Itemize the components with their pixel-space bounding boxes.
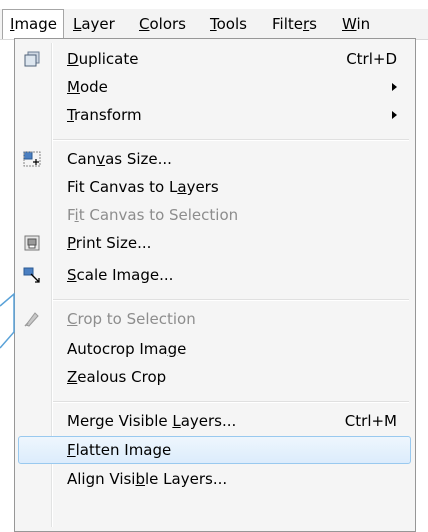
menu-separator [53,299,409,301]
menu-item-scale-image[interactable]: Scale Image... [18,261,411,289]
menu-item-align-visible-layers[interactable]: Align Visible Layers... [18,465,411,493]
menu-item-merge-visible-layers[interactable]: Merge Visible Layers... Ctrl+M [18,407,411,435]
menu-item-label: Zealous Crop [67,368,167,386]
submenu-arrow-icon [392,83,397,91]
menu-item-label: Fit Canvas to Layers [67,178,219,196]
menu-item-fit-canvas-to-layers[interactable]: Fit Canvas to Layers [18,173,411,201]
image-menu-dropdown: Duplicate Ctrl+D Mode Transform Canvas S… [14,38,416,532]
menu-item-label: Merge Visible Layers... [67,412,237,430]
menu-item-print-size[interactable]: Print Size... [18,229,411,257]
canvas-size-icon [23,151,41,167]
menu-layer[interactable]: Layer [66,9,122,39]
menu-item-shortcut: Ctrl+M [344,412,397,430]
menu-item-transform[interactable]: Transform [18,101,411,129]
menu-item-crop-to-selection[interactable]: Crop to Selection [18,305,411,333]
menu-item-label: Print Size... [67,234,152,252]
print-size-icon [24,235,40,251]
menu-item-fit-canvas-to-selection[interactable]: Fit Canvas to Selection [18,201,411,229]
menu-filters[interactable]: Filters [265,9,324,39]
menu-item-label: Transform [67,106,142,124]
menu-item-label: Align Visible Layers... [67,470,228,488]
menu-colors[interactable]: Colors [132,9,193,39]
menu-item-label: Scale Image... [67,266,174,284]
menu-separator [53,401,409,403]
menu-item-zealous-crop[interactable]: Zealous Crop [18,363,411,391]
scale-image-icon [23,267,40,283]
menu-item-canvas-size[interactable]: Canvas Size... [18,145,411,173]
menu-tools[interactable]: Tools [203,9,254,39]
menu-item-label: Duplicate [67,50,139,68]
menu-item-label: Canvas Size... [67,150,172,168]
callout-pointer [0,292,15,349]
menu-item-mode[interactable]: Mode [18,73,411,101]
menu-item-label: Fit Canvas to Selection [67,206,239,224]
duplicate-icon [24,51,40,67]
menu-item-shortcut: Ctrl+D [346,50,397,68]
menu-windows[interactable]: Win [335,9,377,39]
menu-item-duplicate[interactable]: Duplicate Ctrl+D [18,45,411,73]
menubar: Image Layer Colors Tools Filters Win [0,9,428,40]
menu-item-label: Crop to Selection [67,310,196,328]
menu-separator [53,139,409,141]
menu-item-label: Flatten Image [67,441,172,459]
menu-item-autocrop-image[interactable]: Autocrop Image [18,335,411,363]
menu-item-label: Mode [67,78,108,96]
submenu-arrow-icon [392,111,397,119]
crop-icon [24,312,39,327]
menu-image[interactable]: Image [2,9,64,39]
menu-item-flatten-image[interactable]: Flatten Image [18,436,411,464]
menu-item-label: Autocrop Image [67,340,187,358]
